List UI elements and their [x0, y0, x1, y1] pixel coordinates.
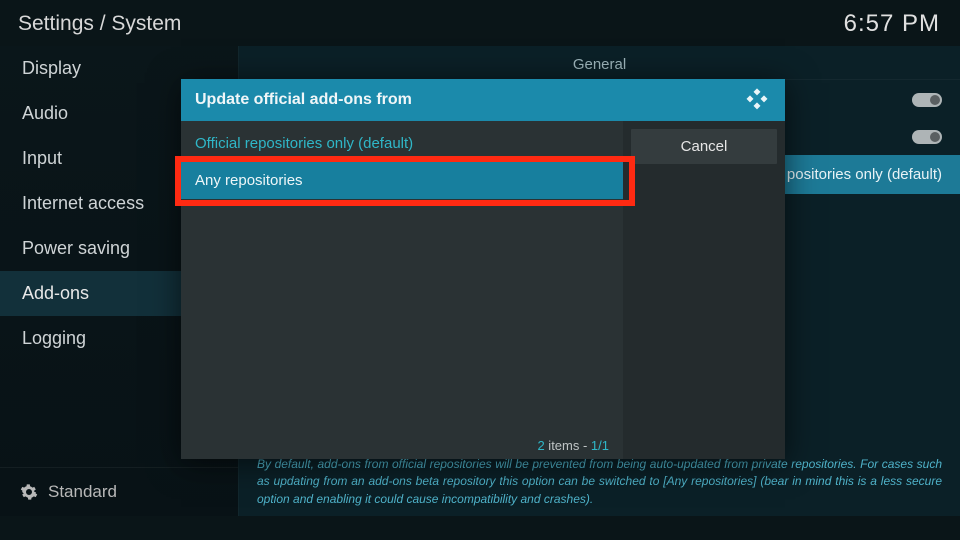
dialog-title: Update official add-ons from: [195, 91, 412, 109]
select-dialog: Update official add-ons from Official re…: [181, 79, 785, 459]
dialog-item-count: 2 items - 1/1: [537, 438, 609, 453]
page-indicator: 1/1: [591, 438, 609, 453]
option-label: Any repositories: [195, 172, 303, 189]
option-label: Official repositories only (default): [195, 135, 413, 152]
cancel-button[interactable]: Cancel: [631, 129, 777, 164]
dialog-option-list: Official repositories only (default) Any…: [181, 121, 623, 459]
dialog-body: Official repositories only (default) Any…: [181, 121, 785, 459]
count-number: 2: [537, 438, 544, 453]
option-any-repos[interactable]: Any repositories: [181, 162, 623, 199]
cancel-label: Cancel: [681, 138, 728, 155]
option-official-repos[interactable]: Official repositories only (default): [181, 125, 623, 162]
count-text: items -: [545, 438, 591, 453]
dialog-side-panel: Cancel: [623, 121, 785, 459]
kodi-logo-icon: [743, 86, 771, 114]
dialog-header: Update official add-ons from: [181, 79, 785, 121]
